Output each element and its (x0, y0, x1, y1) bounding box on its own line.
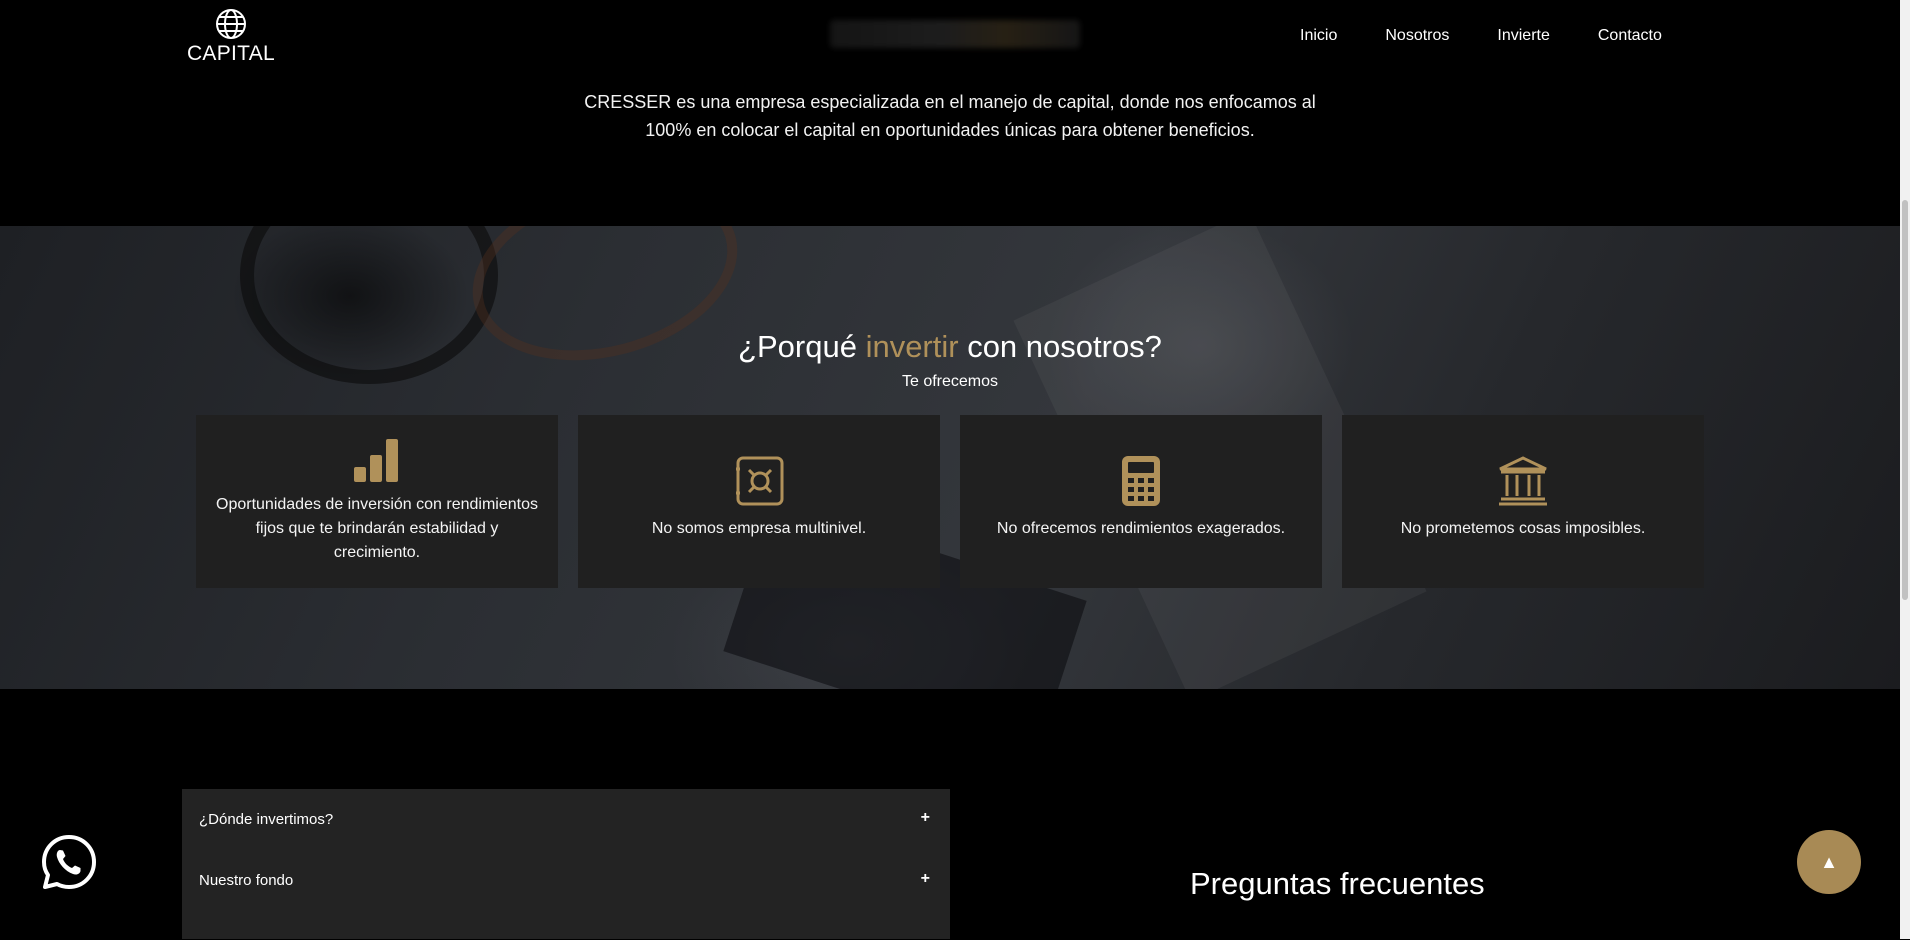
back-to-top-button[interactable]: ▲ (1797, 830, 1861, 894)
title-accent-word: invertir (865, 329, 959, 364)
top-navigation: CAPITAL Inicio Nosotros Invierte Contact… (0, 0, 1900, 80)
nav-item-inicio[interactable]: Inicio (1300, 27, 1337, 45)
faded-section-title (830, 20, 1080, 48)
bank-icon (1497, 456, 1549, 506)
faq-item-label: Nuestro fondo (199, 872, 294, 889)
feature-card-no-exaggerated-returns: No ofrecemos rendimientos exagerados. (960, 415, 1322, 588)
brand-name: CAPITAL (186, 42, 276, 65)
title-part: ¿Porqué (738, 329, 866, 364)
scrollbar-thumb[interactable] (1902, 200, 1908, 600)
main-menu: Inicio Nosotros Invierte Contacto (1300, 27, 1710, 45)
intro-paragraph: CRESSER es una empresa especializada en … (584, 92, 1316, 140)
why-invest-section: ¿Porqué invertir con nosotros? Te ofrece… (0, 226, 1900, 689)
feature-card-text: Oportunidades de inversión con rendimien… (216, 496, 538, 561)
faq-title: Preguntas frecuentes (1190, 866, 1485, 901)
title-part: con nosotros? (958, 329, 1162, 364)
calculator-icon (1122, 456, 1160, 506)
feature-card-fixed-returns: Oportunidades de inversión con rendimien… (196, 415, 558, 588)
feature-card-text: No ofrecemos rendimientos exagerados. (996, 520, 1286, 537)
safe-icon (734, 456, 784, 506)
whatsapp-button[interactable] (40, 833, 98, 891)
nav-item-contacto[interactable]: Contacto (1598, 27, 1662, 45)
feature-card-text: No somos empresa multinivel. (651, 520, 867, 537)
faq-item-donde-invertimos[interactable]: ¿Dónde invertimos? + (182, 789, 950, 839)
brand-logo[interactable]: CAPITAL (186, 8, 276, 66)
feature-card-text: No prometemos cosas imposibles. (1400, 520, 1646, 537)
bar-chart-icon (352, 437, 402, 485)
why-invest-title: ¿Porqué invertir con nosotros? (0, 329, 1900, 365)
faq-item-label: ¿Dónde invertimos? (199, 811, 334, 828)
feature-card-no-impossible-promises: No prometemos cosas imposibles. (1342, 415, 1704, 588)
globe-icon (186, 8, 276, 40)
faq-accordion: ¿Dónde invertimos? + Nuestro fondo + (182, 789, 950, 939)
nav-item-invierte[interactable]: Invierte (1497, 27, 1549, 45)
expand-plus-icon[interactable]: + (921, 809, 930, 827)
why-invest-subtitle: Te ofrecemos (901, 373, 999, 390)
nav-item-nosotros[interactable]: Nosotros (1385, 27, 1449, 45)
expand-plus-icon[interactable]: + (921, 870, 930, 888)
feature-card-not-multilevel: No somos empresa multinivel. (578, 415, 940, 588)
faq-item-nuestro-fondo[interactable]: Nuestro fondo + (182, 850, 950, 900)
whatsapp-icon (40, 835, 98, 895)
